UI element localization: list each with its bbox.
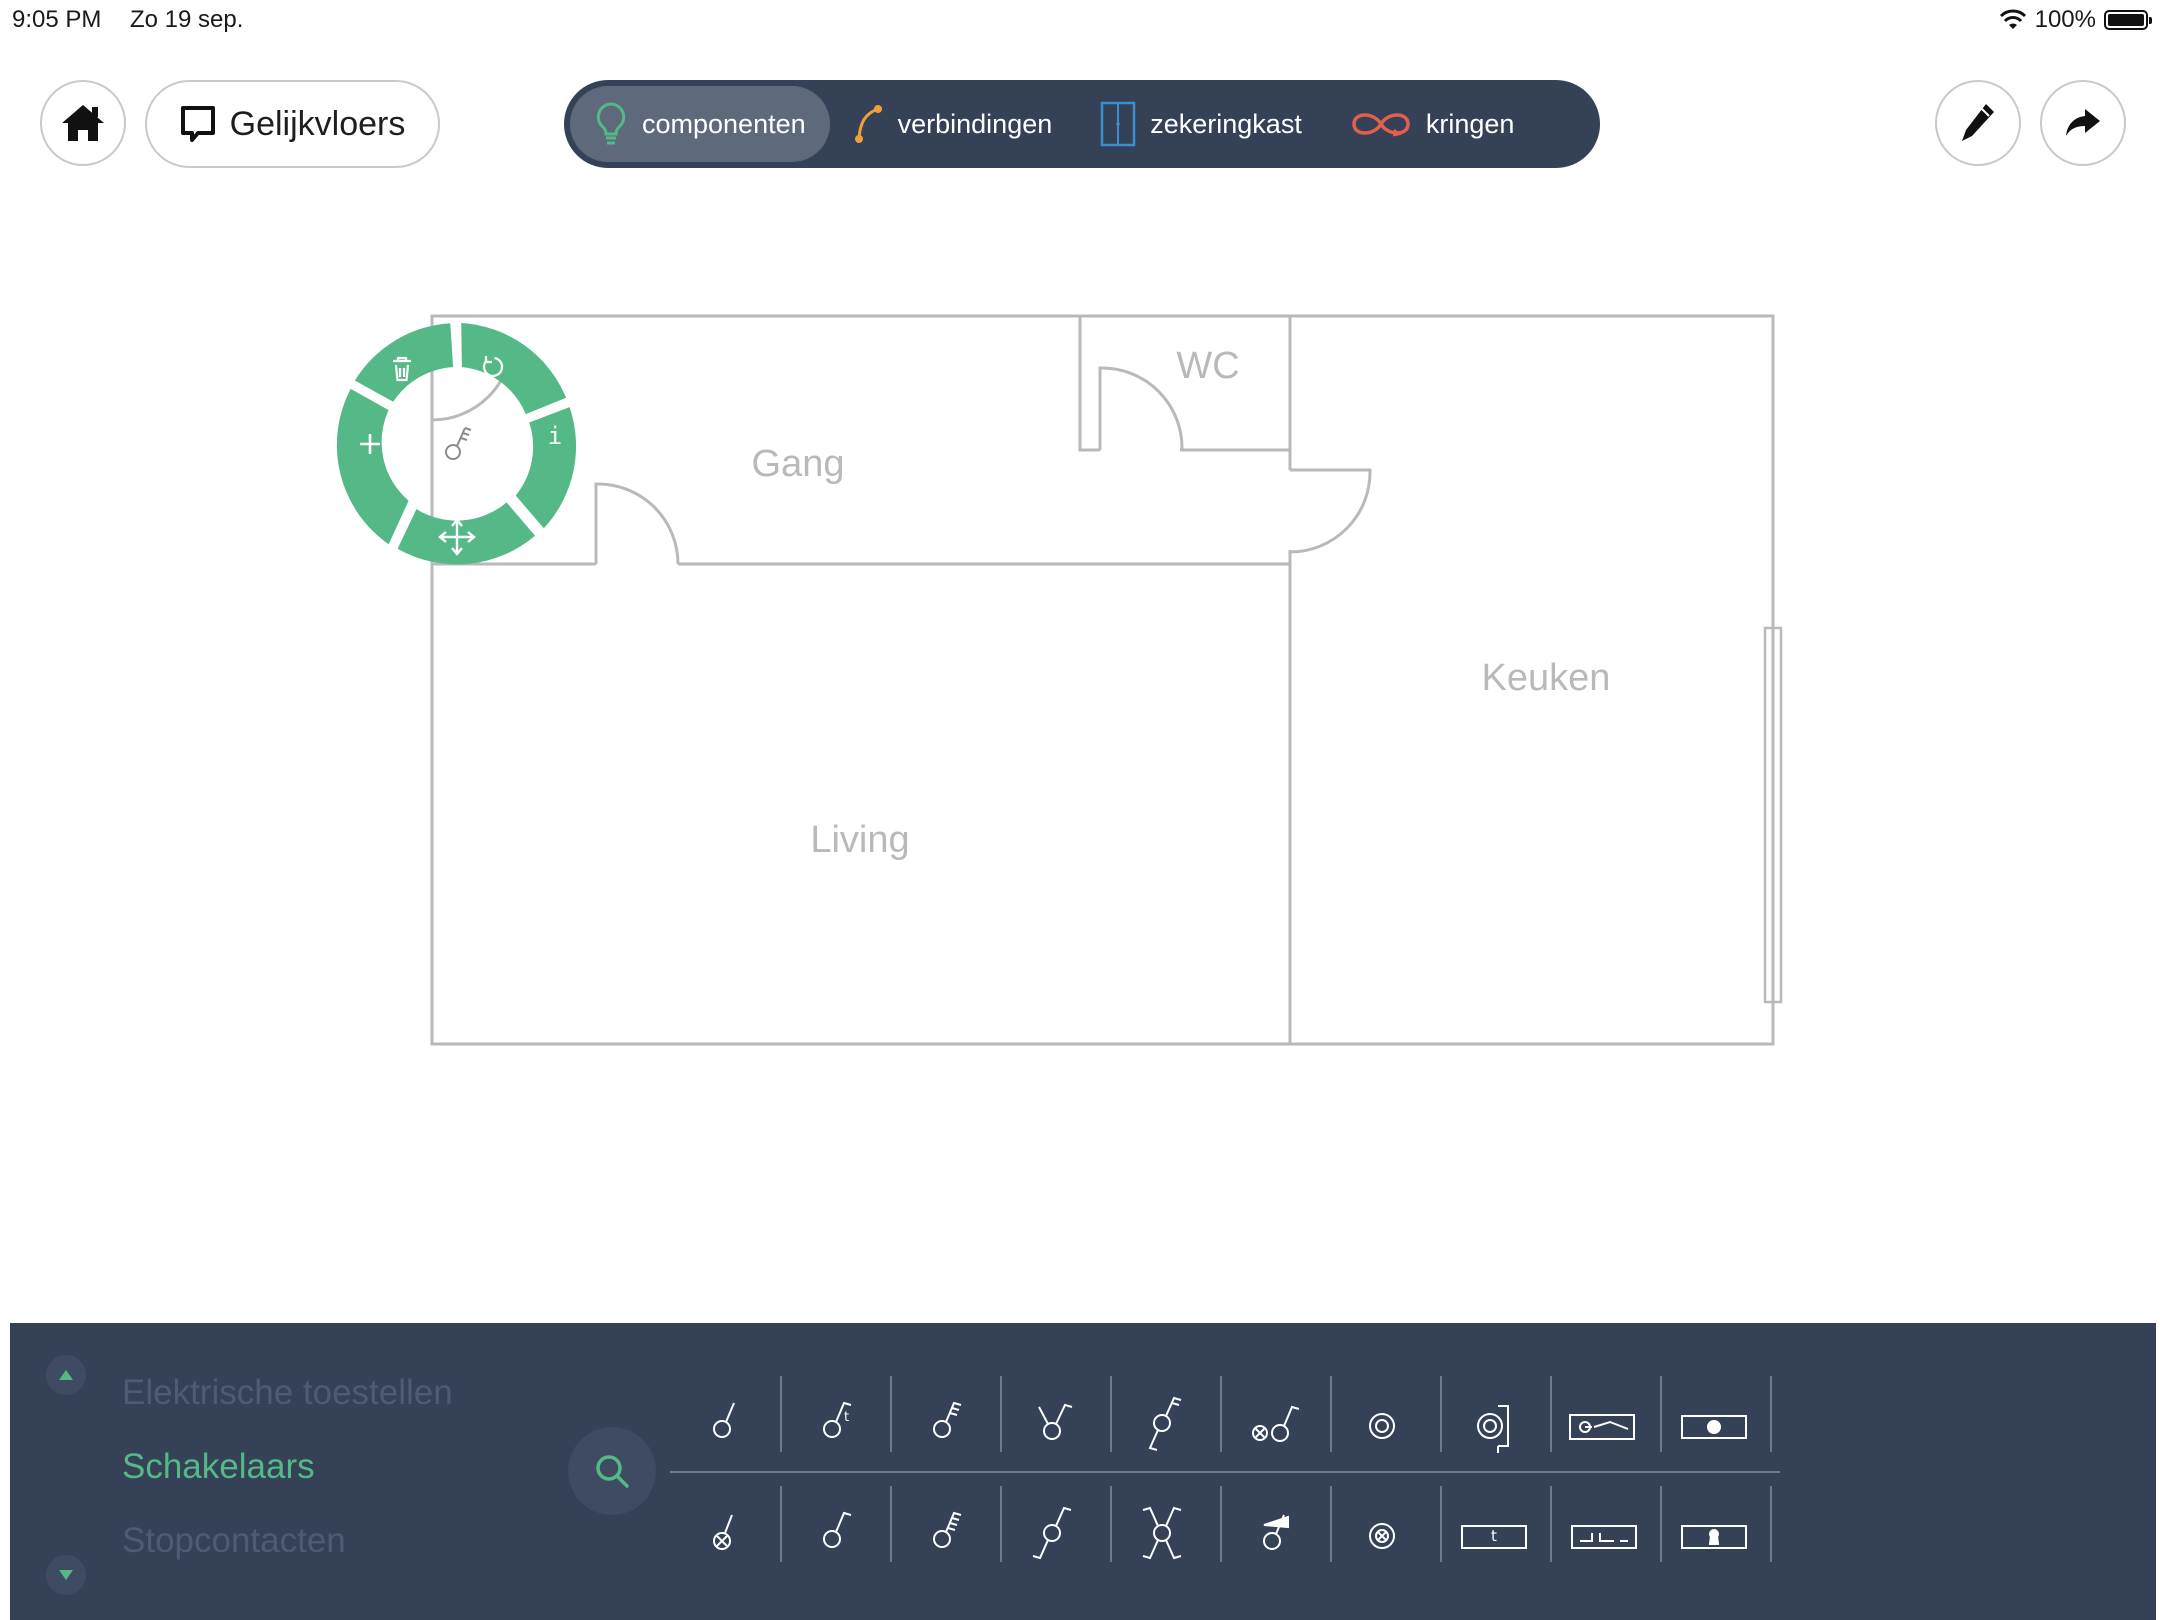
box-t-label: t [1491,1527,1497,1545]
svg-text:t: t [844,1410,849,1425]
triangle-down-icon [59,1570,73,1580]
component-radial-menu: i [336,323,577,565]
radial-segment-info[interactable] [515,407,577,529]
symbol-box-t[interactable]: t [1461,1525,1527,1549]
triangle-up-icon [59,1370,73,1380]
radial-segment-delete[interactable] [354,323,454,402]
symbol-switch-cross[interactable] [1142,1506,1182,1560]
radial-segment-move[interactable] [397,502,536,565]
symbol-switch-single-t[interactable]: t [823,1401,852,1438]
room-label-wc: WC [1176,345,1239,387]
symbol-switch-lamp-x[interactable] [713,1514,733,1550]
kitchen-door [1289,468,1372,554]
room-label-living: Living [810,819,909,861]
search-button[interactable] [568,1427,656,1515]
category-stopcontacten[interactable]: Stopcontacten [122,1521,346,1561]
palette-row-1: t [713,1396,1747,1453]
room-label-keuken: Keuken [1482,657,1611,699]
symbol-switch-single[interactable] [713,1402,735,1438]
category-up-button[interactable] [46,1355,86,1395]
room-label-gang: Gang [752,443,845,485]
symbol-pushbutton-x[interactable] [1369,1523,1395,1549]
symbol-switch-two-way[interactable] [1148,1396,1182,1451]
symbol-switch-triple[interactable] [933,1511,962,1548]
symbol-timer-switch[interactable] [1569,1414,1635,1440]
category-schakelaars[interactable]: Schakelaars [122,1447,315,1487]
info-icon: i [548,422,562,450]
symbol-switch-crossover[interactable] [1032,1506,1072,1560]
symbol-switch-lamp[interactable] [1252,1405,1300,1442]
radial-segment-add[interactable] [336,388,409,545]
palette-row-divider [670,1471,1780,1473]
symbol-socket-dot[interactable] [1681,1415,1747,1439]
wc-door [1098,366,1184,451]
symbol-switch-plain[interactable] [823,1511,852,1548]
symbol-pushbutton-box[interactable] [1477,1405,1509,1453]
symbol-switch-double[interactable] [933,1401,962,1438]
category-elektrische-toestellen[interactable]: Elektrische toestellen [122,1373,453,1413]
component-palette: Elektrische toestellen Schakelaars Stopc… [10,1323,2156,1620]
symbol-switch-dimmer[interactable] [1263,1514,1289,1550]
symbol-box-keyhole[interactable] [1681,1525,1747,1549]
symbol-switch-double-pole[interactable] [1038,1403,1073,1440]
category-down-button[interactable] [46,1555,86,1595]
living-door [594,482,680,565]
floor-plan[interactable]: Gang WC Keuken Living [0,0,2160,1320]
radial-segment-rotate[interactable] [461,323,567,415]
search-icon [596,1455,629,1488]
symbol-pushbutton[interactable] [1369,1413,1395,1439]
palette-row-2: t [713,1506,1747,1560]
symbol-box-lines[interactable] [1571,1525,1637,1549]
